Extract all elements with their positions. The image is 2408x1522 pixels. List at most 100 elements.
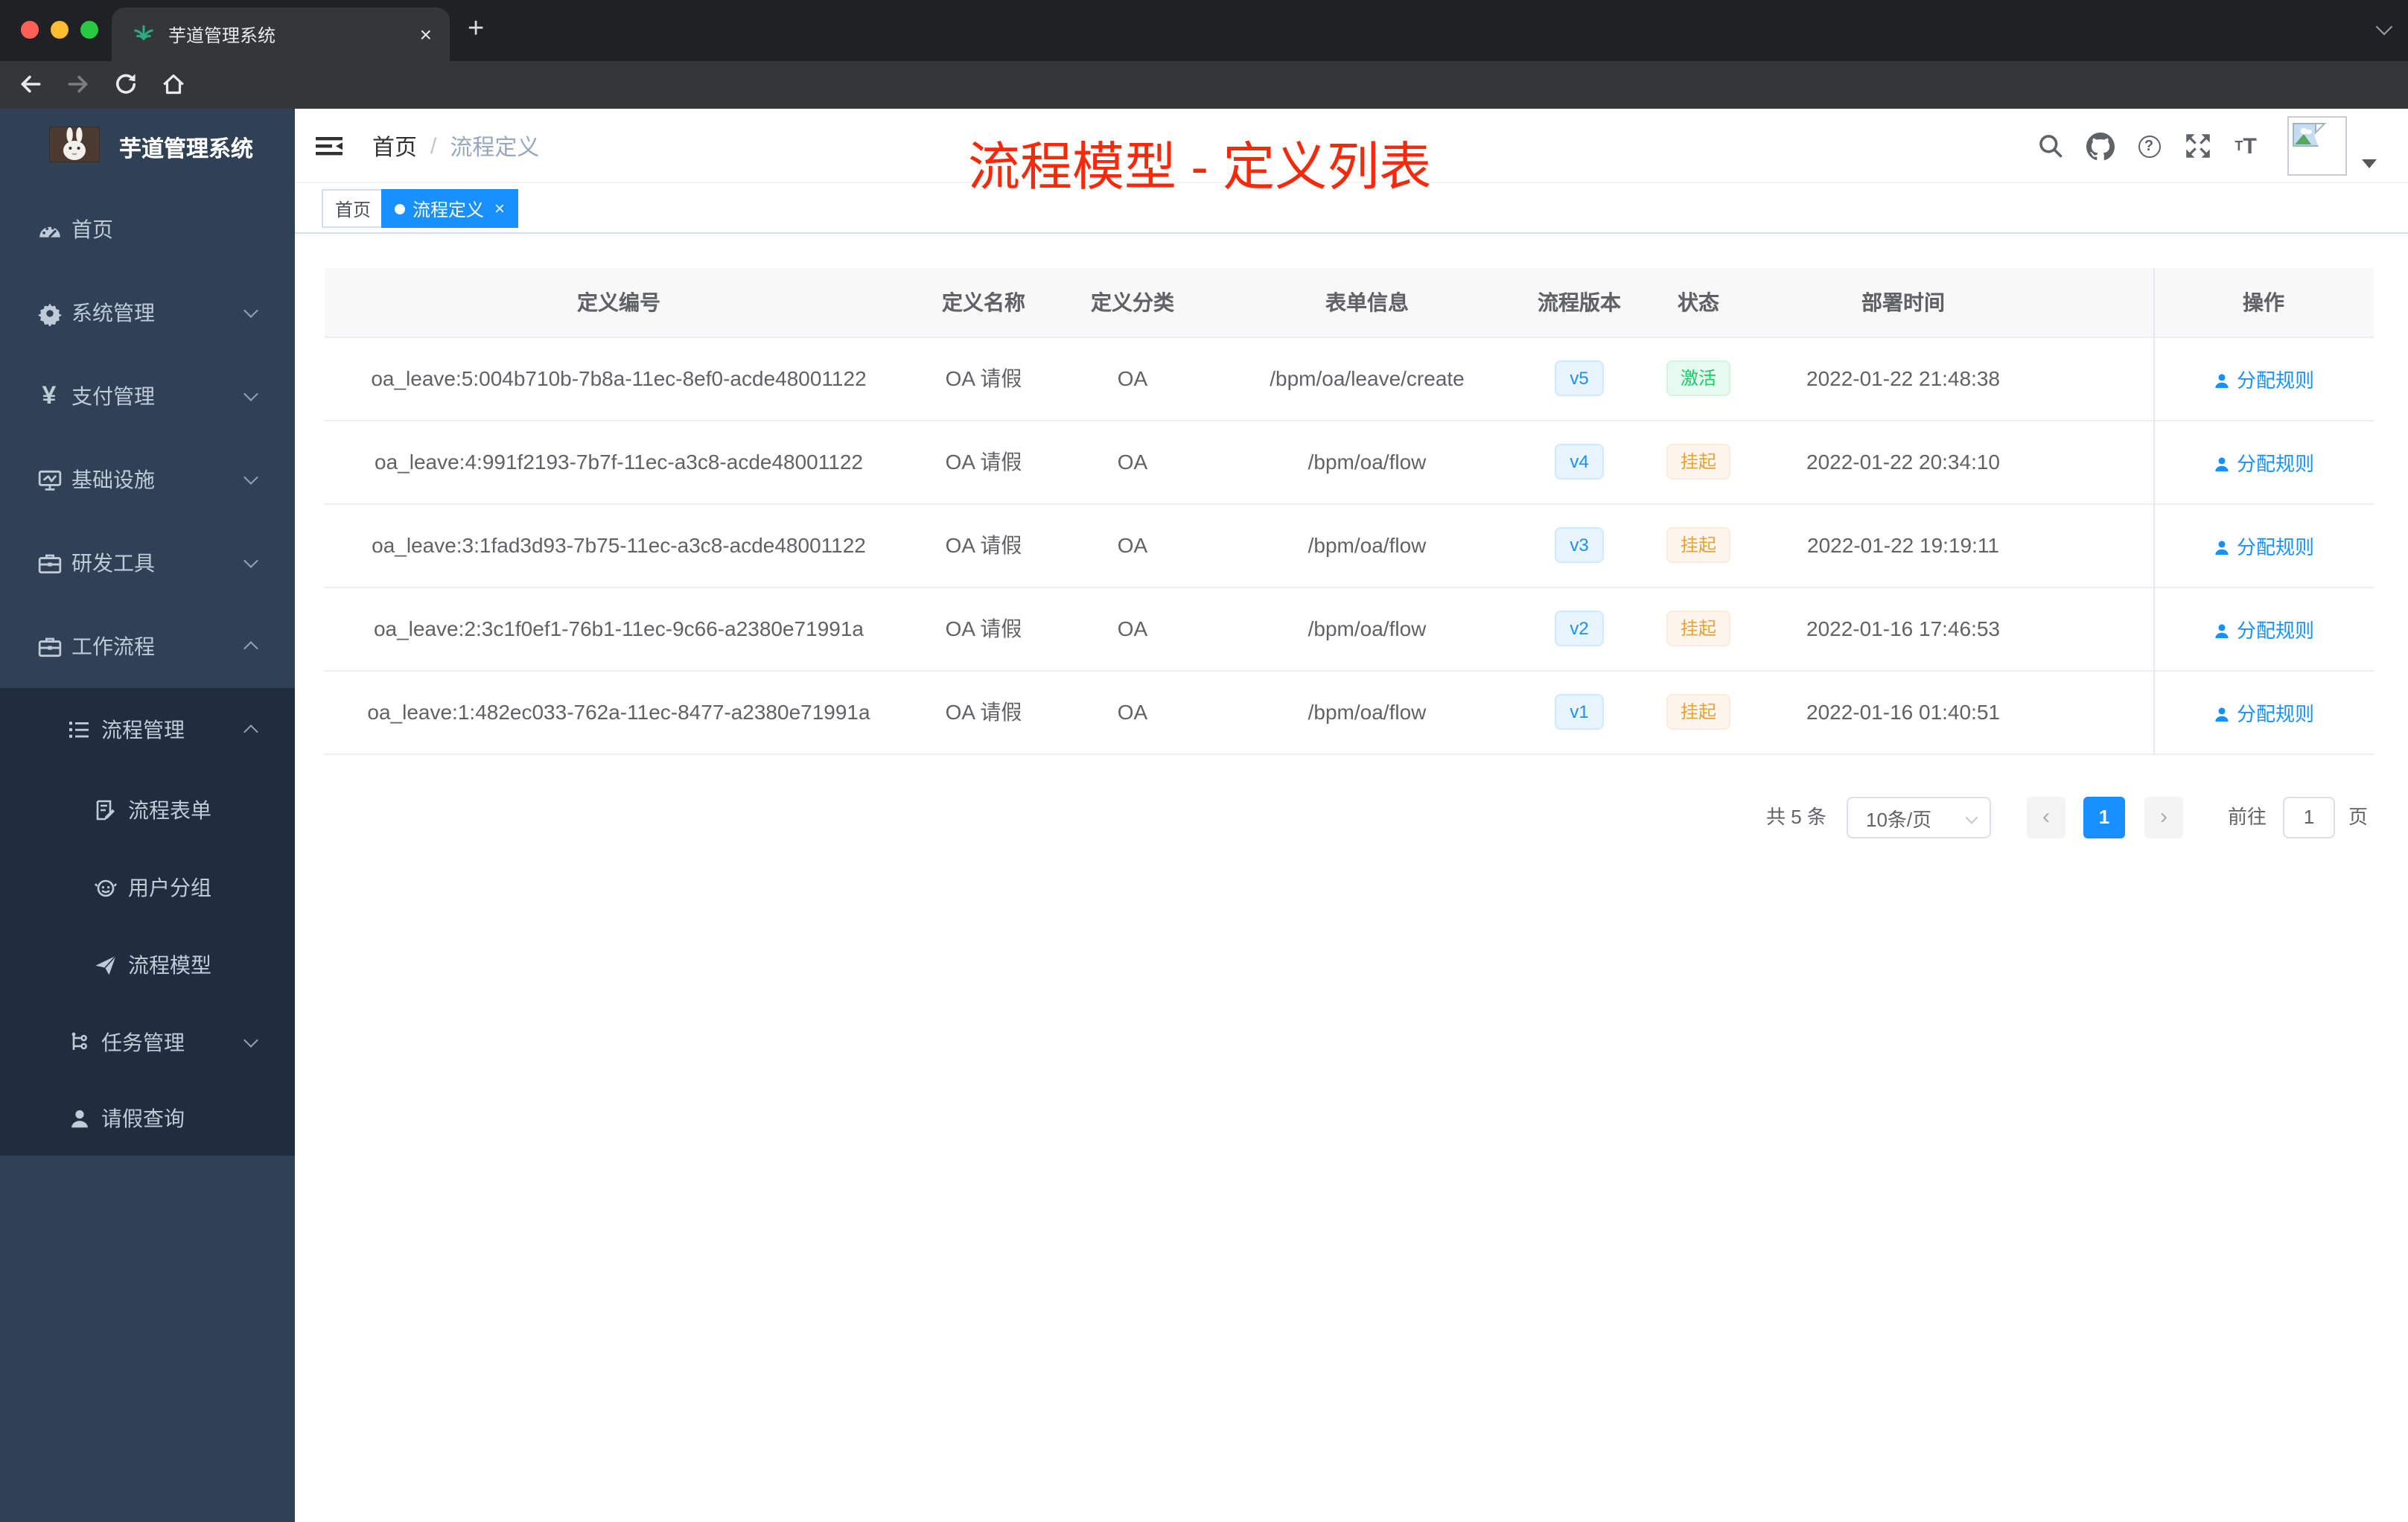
version-badge: v2 [1555, 611, 1604, 646]
tab-close-icon[interactable]: × [420, 24, 432, 45]
cell-form-link[interactable]: /bpm/oa/flow [1211, 503, 1523, 588]
sidebar-item-home[interactable]: 首页 [0, 188, 295, 271]
sidebar-item-leave-query[interactable]: 请假查询 [0, 1081, 295, 1156]
help-question-icon[interactable]: ? [2130, 109, 2168, 183]
sidebar-item-label: 支付管理 [71, 384, 155, 408]
sidebar-collapse-icon[interactable] [310, 109, 348, 183]
tag-process-definition[interactable]: 流程定义 × [381, 189, 519, 228]
cell-name-link[interactable]: OA 请假 [913, 670, 1054, 754]
fullscreen-icon[interactable] [2179, 109, 2217, 183]
cell-form-link[interactable]: /bpm/oa/flow [1211, 670, 1523, 754]
forward-icon[interactable] [66, 71, 91, 104]
definition-table: 定义编号 定义名称 定义分类 表单信息 流程版本 状态 部署时间 操作 oa_l… [325, 268, 2374, 754]
sidebar-item-task-management[interactable]: 任务管理 [0, 1004, 295, 1081]
chevron-down-icon [243, 470, 258, 485]
sidebar-item-process-management[interactable]: 流程管理 [0, 688, 295, 771]
window-close-button[interactable] [21, 21, 39, 39]
briefcase-icon [36, 634, 63, 659]
sidebar-item-process-form[interactable]: 流程表单 [0, 771, 295, 849]
page-unit-label: 页 [2348, 806, 2369, 828]
assign-rule-label: 分配规则 [2236, 452, 2314, 474]
sidebar-item-label: 请假查询 [101, 1107, 185, 1130]
form-icon [92, 798, 119, 822]
sidebar-item-label: 首页 [71, 217, 113, 241]
cell-name-link[interactable]: OA 请假 [913, 337, 1054, 421]
col-header-spacer [2045, 268, 2153, 337]
cell-category: OA [1054, 670, 1211, 754]
avatar[interactable] [2287, 116, 2347, 176]
page-size-select[interactable]: 10条/页 [1847, 797, 1991, 838]
assign-rule-button[interactable]: 分配规则 [2213, 619, 2314, 641]
page-number-current[interactable]: 1 [2083, 797, 2125, 838]
col-header-form: 表单信息 [1211, 268, 1523, 337]
reload-icon[interactable] [113, 71, 138, 104]
home-icon[interactable] [161, 71, 186, 104]
sidebar-item-process-model[interactable]: 流程模型 [0, 926, 295, 1004]
cell-deploy-time: 2022-01-22 19:19:11 [1762, 503, 2045, 588]
goto-page-input[interactable]: 1 [2283, 797, 2335, 838]
gear-icon [36, 300, 63, 325]
app-title: 芋道管理系统 [119, 137, 254, 162]
version-badge: v4 [1555, 444, 1604, 480]
paper-plane-icon [92, 953, 119, 977]
next-page-button[interactable]: › [2144, 797, 2183, 838]
font-size-icon[interactable]: TT [2226, 109, 2265, 183]
cell-deploy-time: 2022-01-22 20:34:10 [1762, 420, 2045, 504]
avatar-dropdown-caret-icon[interactable] [2362, 159, 2377, 168]
cell-category: OA [1054, 503, 1211, 588]
sidebar-item-system[interactable]: 系统管理 [0, 271, 295, 354]
col-header-category: 定义分类 [1054, 268, 1211, 337]
cell-form-link[interactable]: /bpm/oa/flow [1211, 587, 1523, 671]
tab-title: 芋道管理系统 [168, 25, 276, 45]
version-badge: v3 [1555, 527, 1604, 563]
window-minimize-button[interactable] [51, 21, 69, 39]
sidebar: 芋道管理系统 首页 系统管理 ¥ 支付管理 基础设施 研发工具 工作流程 流程管… [0, 109, 295, 1522]
tree-icon [66, 1031, 92, 1054]
cell-form-link[interactable]: /bpm/oa/flow [1211, 420, 1523, 504]
breadcrumb-current: 流程定义 [450, 135, 540, 160]
table-row: oa_leave:3:1fad3d93-7b75-11ec-a3c8-acde4… [325, 503, 2374, 588]
cell-name-link[interactable]: OA 请假 [913, 420, 1054, 504]
sidebar-item-workflow[interactable]: 工作流程 [0, 605, 295, 688]
github-icon[interactable] [2080, 109, 2119, 183]
window-zoom-button[interactable] [80, 21, 98, 39]
assign-rule-button[interactable]: 分配规则 [2213, 452, 2314, 474]
version-badge: v1 [1555, 694, 1604, 730]
search-icon[interactable] [2031, 109, 2070, 183]
status-badge: 挂起 [1666, 527, 1730, 563]
robot-icon [92, 876, 119, 899]
sidebar-item-payment[interactable]: ¥ 支付管理 [0, 354, 295, 438]
sidebar-item-infrastructure[interactable]: 基础设施 [0, 438, 295, 521]
status-badge: 挂起 [1666, 694, 1730, 730]
sidebar-item-user-group[interactable]: 用户分组 [0, 849, 295, 926]
active-dot-icon [395, 203, 405, 214]
breadcrumb-home[interactable]: 首页 [372, 130, 417, 162]
browser-tab[interactable]: 芋道管理系统 × [112, 7, 450, 61]
chevron-up-icon [243, 641, 258, 656]
cell-name-link[interactable]: OA 请假 [913, 503, 1054, 588]
screen: 芋道管理系统 × + 不安全 dashboard.yudao.iocoder.c… [0, 0, 2408, 1522]
tag-close-icon[interactable]: × [494, 198, 505, 219]
breadcrumb-separator: / [430, 133, 437, 159]
cell-category: OA [1054, 337, 1211, 421]
sidebar-item-dev-tools[interactable]: 研发工具 [0, 521, 295, 605]
list-icon [66, 718, 92, 742]
cell-form-link[interactable]: /bpm/oa/leave/create [1211, 337, 1523, 421]
cell-name-link[interactable]: OA 请假 [913, 587, 1054, 671]
assign-rule-label: 分配规则 [2236, 702, 2314, 725]
assign-rule-button[interactable]: 分配规则 [2213, 369, 2314, 391]
assign-rule-button[interactable]: 分配规则 [2213, 702, 2314, 725]
chevron-down-icon [243, 1033, 258, 1048]
back-icon[interactable] [18, 71, 43, 104]
tab-search-chevron-icon[interactable] [2375, 18, 2393, 36]
new-tab-button[interactable]: + [468, 14, 484, 45]
col-header-status: 状态 [1635, 268, 1762, 337]
sidebar-logo[interactable]: 芋道管理系统 [0, 109, 295, 188]
sidebar-item-label: 流程模型 [128, 953, 211, 977]
tag-home[interactable]: 首页 [322, 189, 385, 228]
prev-page-button[interactable]: ‹ [2027, 797, 2065, 838]
assign-rule-button[interactable]: 分配规则 [2213, 535, 2314, 558]
logo-rabbit-avatar [48, 126, 101, 170]
sidebar-item-label: 基础设施 [71, 468, 155, 491]
col-header-name: 定义名称 [913, 268, 1054, 337]
